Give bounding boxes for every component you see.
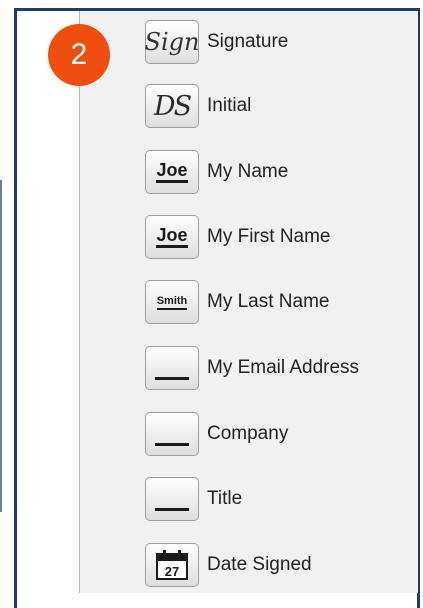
step-badge: 2 <box>48 24 110 86</box>
field-label-title: Title <box>207 488 243 509</box>
field-label-company: Company <box>207 423 289 444</box>
blank-line <box>155 442 189 446</box>
field-title[interactable]: Title <box>145 477 242 521</box>
blank-line <box>155 507 189 511</box>
field-label-initial: Initial <box>207 95 252 116</box>
field-date-signed[interactable]: 27 Date Signed <box>145 543 312 587</box>
field-label-my-first-name: My First Name <box>207 226 331 247</box>
field-label-my-name: My Name <box>207 161 289 182</box>
first-name-glyph: Joe <box>156 226 188 248</box>
field-my-last-name[interactable]: Smith My Last Name <box>145 280 329 324</box>
name-icon[interactable]: Joe <box>145 150 199 194</box>
field-label-my-email-address: My Email Address <box>207 357 360 378</box>
left-panel-edge <box>0 180 2 512</box>
field-company[interactable]: Company <box>145 412 288 456</box>
blank-line-icon[interactable] <box>145 412 199 456</box>
calendar-icon[interactable]: 27 <box>145 543 199 587</box>
blank-line-icon[interactable] <box>145 346 199 390</box>
first-name-icon[interactable]: Joe <box>145 215 199 259</box>
field-label-date-signed: Date Signed <box>207 554 312 575</box>
calendar-day: 27 <box>165 564 179 579</box>
field-label-signature: Signature <box>207 31 289 52</box>
field-my-email-address[interactable]: My Email Address <box>145 346 359 390</box>
name-glyph: Joe <box>156 161 188 183</box>
field-signature[interactable]: Sign Signature <box>145 20 288 64</box>
last-name-glyph: Smith <box>156 295 188 310</box>
last-name-icon[interactable]: Smith <box>145 280 199 324</box>
field-my-first-name[interactable]: Joe My First Name <box>145 215 331 259</box>
field-list: Sign Signature DS Initial Joe My Name Jo… <box>145 0 420 593</box>
signature-icon[interactable]: Sign <box>145 20 199 64</box>
calendar-svg: 27 <box>156 550 188 580</box>
initial-icon[interactable]: DS <box>145 84 199 128</box>
field-label-my-last-name: My Last Name <box>207 291 330 312</box>
field-my-name[interactable]: Joe My Name <box>145 150 288 194</box>
initial-glyph: DS <box>153 90 192 122</box>
blank-line <box>155 376 189 380</box>
field-initial[interactable]: DS Initial <box>145 84 251 128</box>
sign-glyph: Sign <box>144 28 200 56</box>
blank-line-icon[interactable] <box>145 477 199 521</box>
